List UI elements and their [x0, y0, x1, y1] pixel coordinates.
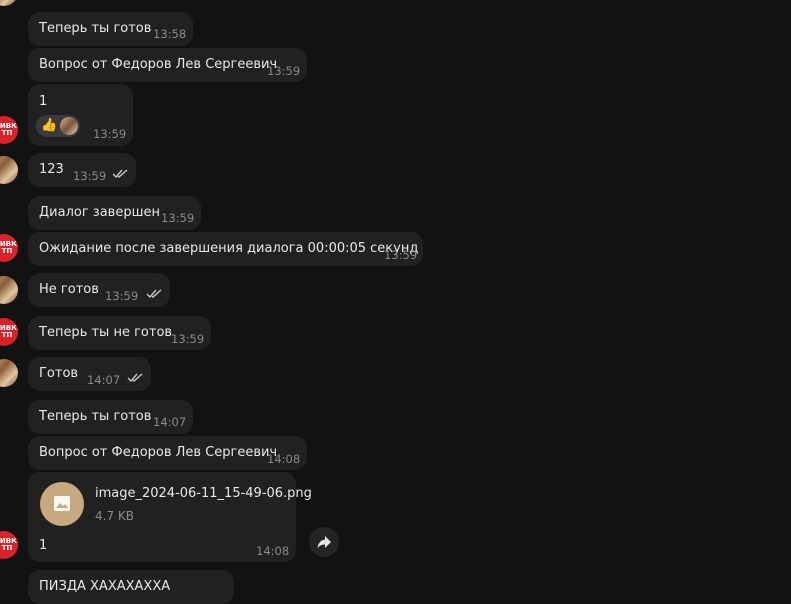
bot-avatar[interactable]: ЖИВКИ ТП	[0, 234, 18, 262]
message-text: ПИЗДА ХАХАХАХХА	[39, 579, 171, 594]
message-time: 13:59	[105, 289, 139, 303]
message-bubble[interactable]: ПИЗДА ХАХАХАХХА	[28, 570, 234, 604]
file-size: 4.7 KB	[95, 509, 134, 523]
message-text: Готов	[39, 366, 79, 381]
bot-avatar[interactable]: ЖИВКИ ТП	[0, 531, 18, 559]
message-bubble[interactable]: Теперь ты готов 14:07	[28, 400, 193, 434]
message-time: 13:59	[171, 332, 205, 346]
message-bubble[interactable]: Теперь ты готов 13:58	[28, 12, 193, 46]
double-check-icon	[146, 289, 162, 299]
message-text: 1	[39, 538, 48, 553]
bot-avatar[interactable]: ЖИВКИ ТП	[0, 116, 18, 144]
message-bubble[interactable]: Готов 14:07	[28, 357, 151, 391]
bot-avatar-label: ЖИВКИ ТП	[0, 324, 18, 339]
user-avatar[interactable]	[0, 359, 18, 387]
message-bubble[interactable]: Не готов 13:59	[28, 273, 170, 307]
message-text: Теперь ты не готов	[39, 325, 173, 340]
user-avatar[interactable]	[0, 0, 18, 6]
message-time: 14:07	[87, 373, 121, 387]
reaction-badge[interactable]: 👍	[36, 115, 80, 137]
forward-button[interactable]	[309, 527, 339, 557]
bot-avatar-label: ЖИВКИ ТП	[0, 122, 18, 137]
user-avatar[interactable]	[0, 156, 18, 184]
bot-avatar-label: ЖИВКИ ТП	[0, 240, 18, 255]
forward-arrow-icon	[317, 536, 331, 549]
reactor-avatar	[60, 117, 78, 135]
user-avatar[interactable]	[0, 276, 18, 304]
message-bubble[interactable]: Диалог завершен 13:59	[28, 196, 201, 230]
double-check-icon	[112, 169, 128, 179]
file-name[interactable]: image_2024-06-11_15-49-06.png	[95, 486, 312, 502]
message-bubble[interactable]: Вопрос от Федоров Лев Сергеевич 13:59	[28, 48, 307, 82]
message-text: Вопрос от Федоров Лев Сергеевич	[39, 57, 278, 72]
message-time: 13:59	[267, 64, 301, 78]
message-time: 13:59	[384, 248, 418, 262]
message-text: Не готов	[39, 282, 99, 297]
message-text: Ожидание после завершения диалога 00:00:…	[39, 241, 419, 256]
message-time: 14:08	[267, 452, 301, 466]
message-text: 123	[39, 162, 64, 177]
message-time: 13:59	[161, 211, 195, 225]
bot-avatar[interactable]: ЖИВКИ ТП	[0, 318, 18, 346]
message-time: 13:59	[73, 169, 107, 183]
file-message-bubble[interactable]: image_2024-06-11_15-49-06.png 4.7 KB 1 1…	[28, 472, 312, 562]
message-text: Вопрос от Федоров Лев Сергеевич	[39, 445, 278, 460]
message-time: 14:08	[256, 544, 290, 558]
double-check-icon	[127, 373, 143, 383]
message-bubble[interactable]: Вопрос от Федоров Лев Сергеевич 14:08	[28, 436, 307, 470]
message-bubble[interactable]: 123 13:59	[28, 153, 136, 187]
message-time: 13:58	[153, 27, 187, 41]
thumbs-up-icon: 👍	[41, 118, 58, 133]
message-bubble[interactable]: Теперь ты не готов 13:59	[28, 316, 211, 350]
message-time: 14:07	[153, 415, 187, 429]
message-bubble[interactable]: Ожидание после завершения диалога 00:00:…	[28, 232, 423, 266]
bot-avatar-label: ЖИВКИ ТП	[0, 537, 18, 552]
image-file-icon[interactable]	[40, 482, 84, 526]
message-text: Теперь ты готов	[39, 409, 152, 424]
message-text: 1	[39, 94, 48, 109]
message-time: 13:59	[93, 127, 127, 141]
message-bubble[interactable]: 1 👍 13:59	[28, 84, 133, 146]
message-text: Теперь ты готов	[39, 21, 152, 36]
message-text: Диалог завершен	[39, 205, 160, 220]
